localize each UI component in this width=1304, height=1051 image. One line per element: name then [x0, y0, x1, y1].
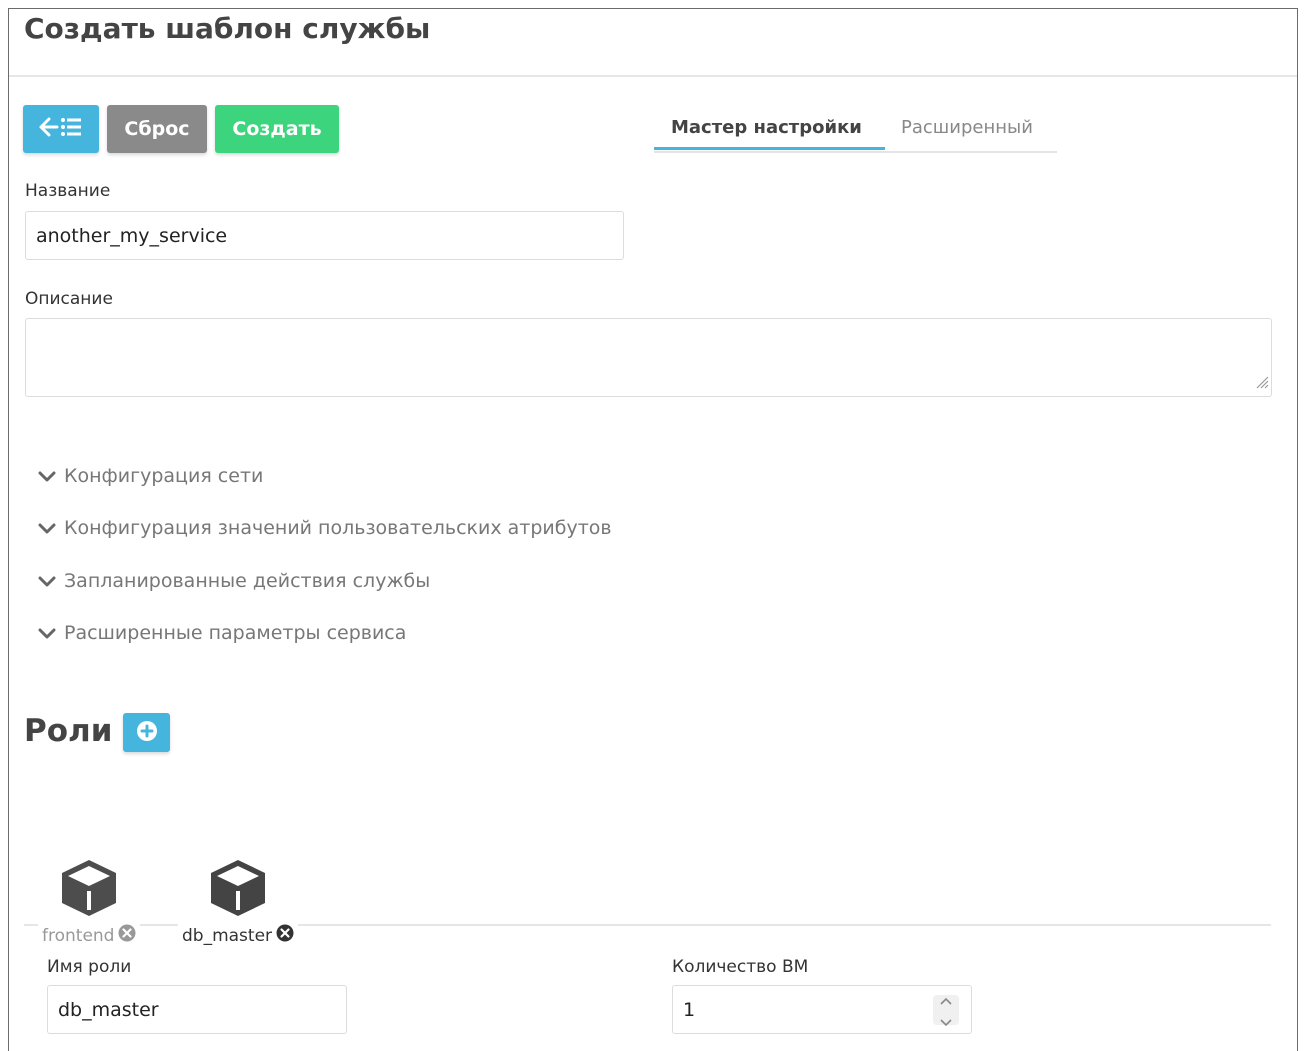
section-user-attributes[interactable]: Конфигурация значений пользовательских а… — [38, 517, 612, 539]
role-name: frontend — [42, 925, 115, 946]
vm-count-input[interactable]: 1 — [672, 985, 972, 1034]
title-divider — [9, 75, 1297, 77]
section-label: Конфигурация сети — [64, 465, 264, 487]
section-advanced-params[interactable]: Расширенные параметры сервиса — [38, 622, 406, 644]
role-caption: frontend — [38, 924, 141, 947]
tab-wizard[interactable]: Мастер настройки — [671, 117, 862, 138]
section-network-config[interactable]: Конфигурация сети — [38, 465, 263, 487]
active-tab-indicator — [654, 147, 885, 150]
role-name: db_master — [182, 925, 273, 946]
vm-count-value: 1 — [683, 998, 696, 1021]
chevron-down-icon — [38, 517, 56, 539]
role-caption: db_master — [178, 924, 299, 947]
tab-advanced[interactable]: Расширенный — [901, 117, 1033, 138]
chevron-down-icon[interactable] — [940, 1010, 952, 1032]
description-label: Описание — [25, 289, 113, 309]
cube-icon — [208, 858, 268, 922]
name-input[interactable]: another_my_service — [25, 211, 624, 260]
chevron-down-icon — [38, 570, 56, 592]
add-role-button[interactable] — [123, 713, 170, 752]
arrow-left-list-icon — [39, 116, 83, 143]
resize-grip-icon[interactable] — [1255, 372, 1269, 394]
name-input-value: another_my_service — [36, 224, 228, 247]
role-frontend[interactable]: frontend — [38, 858, 141, 947]
section-label: Запланированные действия службы — [64, 570, 431, 592]
section-label: Расширенные параметры сервиса — [64, 622, 407, 644]
role-name-value: db_master — [58, 998, 159, 1021]
vm-count-label: Количество ВМ — [672, 957, 809, 977]
mode-tabs: Мастер настройки Расширенный — [654, 105, 1057, 153]
reset-button[interactable]: Сброс — [107, 105, 207, 153]
roles-title: Роли — [24, 713, 113, 749]
description-textarea[interactable] — [25, 318, 1272, 397]
chevron-down-icon — [38, 622, 56, 644]
close-circle-icon[interactable] — [118, 924, 136, 947]
name-label: Название — [25, 181, 111, 201]
role-name-label: Имя роли — [47, 957, 132, 977]
section-label: Конфигурация значений пользовательских а… — [64, 517, 612, 539]
chevron-down-icon — [38, 465, 56, 487]
create-button[interactable]: Создать — [215, 105, 339, 153]
number-stepper[interactable] — [933, 995, 959, 1027]
chevron-up-icon[interactable] — [940, 988, 952, 1010]
plus-circle-icon — [136, 720, 158, 746]
close-circle-icon[interactable] — [276, 924, 294, 947]
section-scheduled-actions[interactable]: Запланированные действия службы — [38, 570, 430, 592]
back-button[interactable] — [23, 105, 99, 153]
role-name-input[interactable]: db_master — [47, 985, 347, 1034]
cube-icon — [59, 858, 119, 922]
page-title: Создать шаблон службы — [24, 12, 431, 45]
role-db-master[interactable]: db_master — [178, 858, 299, 947]
